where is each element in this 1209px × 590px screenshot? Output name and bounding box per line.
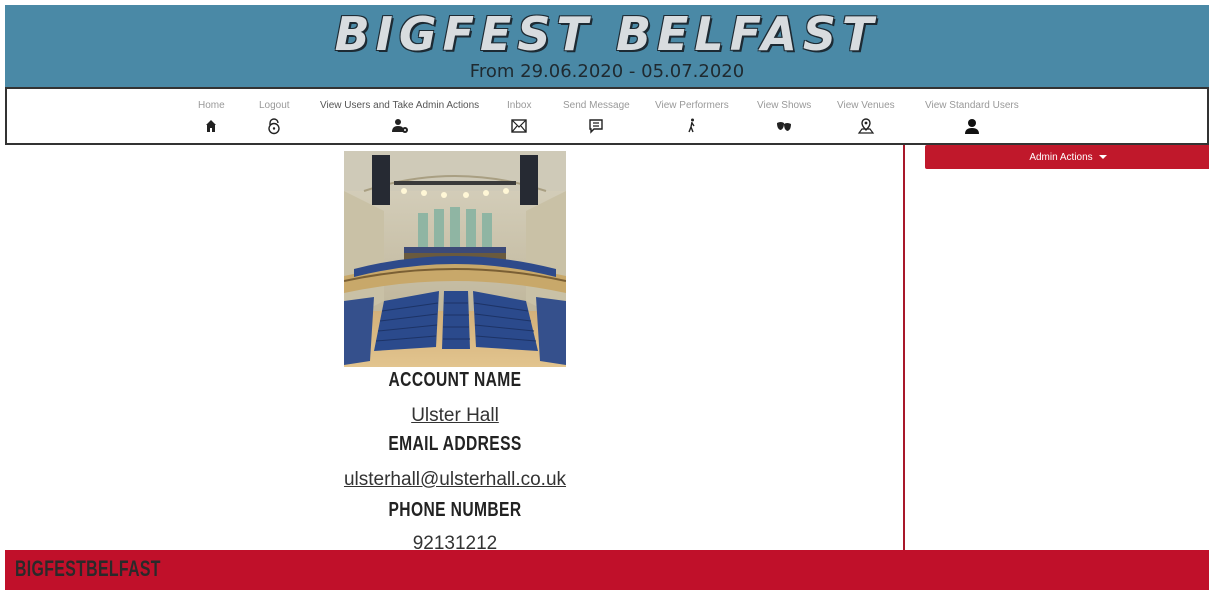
- admin-actions-dropdown-button[interactable]: Admin Actions: [925, 145, 1209, 169]
- nav-inbox[interactable]: Inbox: [507, 99, 531, 135]
- map-pin-icon: [857, 117, 875, 135]
- account-name-label: ACCOUNT NAME: [388, 369, 522, 391]
- message-icon: [587, 117, 605, 135]
- footer-brand: BIGFESTBELFAST: [15, 556, 161, 581]
- nav-send-message[interactable]: Send Message: [563, 99, 630, 135]
- user-icon: [963, 117, 981, 135]
- venue-photo: [344, 151, 566, 367]
- admin-actions-label: Admin Actions: [1029, 151, 1093, 163]
- venue-profile: ACCOUNT NAME Ulster Hall EMAIL ADDRESS u…: [0, 145, 903, 554]
- site-footer: BIGFESTBELFAST: [5, 550, 1209, 590]
- main-navbar: Home Logout View Users and Take Admin Ac…: [5, 87, 1209, 145]
- nav-home[interactable]: Home: [198, 99, 225, 135]
- nav-view-shows[interactable]: View Shows: [757, 99, 811, 135]
- nav-view-performers[interactable]: View Performers: [655, 99, 729, 135]
- site-title: BIGFEST BELFAST: [334, 7, 880, 61]
- festival-dates: From 29.06.2020 - 05.07.2020: [469, 61, 745, 82]
- envelope-icon: [510, 117, 528, 135]
- user-gear-icon: [391, 117, 409, 135]
- lock-icon: [265, 117, 283, 135]
- performer-icon: [683, 117, 701, 135]
- account-name-link[interactable]: Ulster Hall: [0, 405, 910, 427]
- masks-icon: [775, 117, 793, 135]
- nav-view-users-admin[interactable]: View Users and Take Admin Actions: [320, 99, 479, 135]
- header-banner: BIGFEST BELFAST From 29.06.2020 - 05.07.…: [5, 5, 1209, 87]
- caret-down-icon: [1098, 155, 1107, 159]
- nav-view-standard-users[interactable]: View Standard Users: [925, 99, 1019, 135]
- nav-view-venues[interactable]: View Venues: [837, 99, 895, 135]
- email-address-label: EMAIL ADDRESS: [388, 433, 522, 455]
- nav-logout[interactable]: Logout: [259, 99, 290, 135]
- house-icon: [202, 117, 220, 135]
- email-address-link[interactable]: ulsterhall@ulsterhall.co.uk: [0, 469, 910, 491]
- phone-number-label: PHONE NUMBER: [388, 499, 522, 521]
- admin-sidebar: Admin Actions: [903, 145, 1209, 550]
